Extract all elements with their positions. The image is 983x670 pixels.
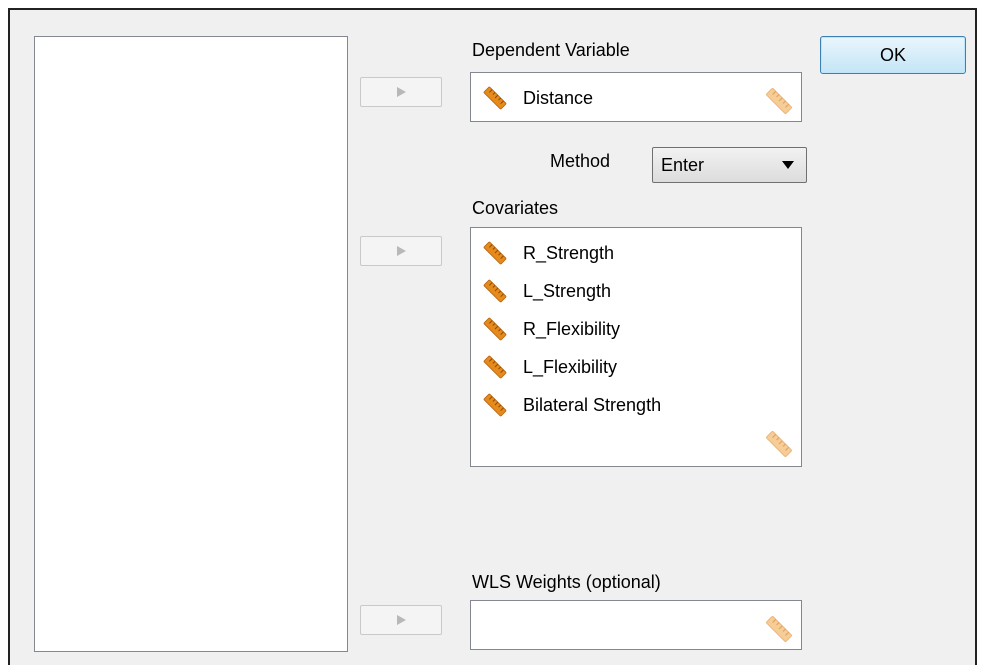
right-arrow-icon bbox=[397, 615, 406, 625]
method-selected-value: Enter bbox=[661, 154, 705, 175]
covariate-item[interactable]: R_Flexibility bbox=[471, 310, 661, 348]
covariate-name: L_Strength bbox=[523, 280, 612, 301]
wls-weights-field[interactable] bbox=[470, 600, 802, 650]
chevron-down-icon[interactable] bbox=[782, 161, 794, 169]
scale-ruler-icon bbox=[481, 277, 509, 305]
scale-ruler-faded-icon bbox=[763, 85, 795, 117]
covariates-list[interactable]: R_Strength L_Strength R_Flexibility L_Fl… bbox=[470, 227, 802, 467]
scale-ruler-icon bbox=[481, 84, 509, 112]
dependent-variable-label: Dependent Variable bbox=[472, 40, 630, 60]
move-to-dependent-button[interactable] bbox=[360, 77, 442, 107]
covariate-item[interactable]: L_Strength bbox=[471, 272, 661, 310]
covariate-name: R_Strength bbox=[523, 242, 615, 263]
dependent-variable-value: Distance bbox=[523, 87, 594, 108]
right-arrow-icon bbox=[397, 246, 406, 256]
covariate-item[interactable]: Bilateral Strength bbox=[471, 386, 661, 424]
linear-regression-dialog: Dependent Variable Distance Method Enter… bbox=[8, 8, 977, 665]
covariate-name: Bilateral Strength bbox=[523, 394, 662, 415]
covariate-name: R_Flexibility bbox=[523, 318, 621, 339]
covariates-label: Covariates bbox=[472, 198, 559, 218]
method-label: Method bbox=[550, 151, 611, 171]
scale-ruler-icon bbox=[481, 391, 509, 419]
dependent-variable-field[interactable]: Distance bbox=[470, 72, 802, 122]
method-select[interactable]: Enter bbox=[652, 147, 807, 183]
source-variable-list[interactable] bbox=[34, 36, 348, 652]
scale-ruler-icon bbox=[481, 353, 509, 381]
right-arrow-icon bbox=[397, 87, 406, 97]
move-to-wls-weights-button[interactable] bbox=[360, 605, 442, 635]
covariate-item[interactable]: L_Flexibility bbox=[471, 348, 661, 386]
scale-ruler-faded-icon bbox=[763, 428, 795, 460]
scale-ruler-icon bbox=[481, 315, 509, 343]
dependent-variable-item[interactable]: Distance bbox=[471, 79, 593, 117]
ok-button-label: OK bbox=[879, 44, 906, 65]
scale-ruler-faded-icon bbox=[763, 613, 795, 645]
wls-weights-label: WLS Weights (optional) bbox=[472, 572, 661, 592]
scale-ruler-icon bbox=[481, 239, 509, 267]
covariate-name: L_Flexibility bbox=[523, 356, 618, 377]
move-to-covariates-button[interactable] bbox=[360, 236, 442, 266]
ok-button[interactable]: OK bbox=[820, 36, 966, 74]
covariate-item[interactable]: R_Strength bbox=[471, 234, 661, 272]
